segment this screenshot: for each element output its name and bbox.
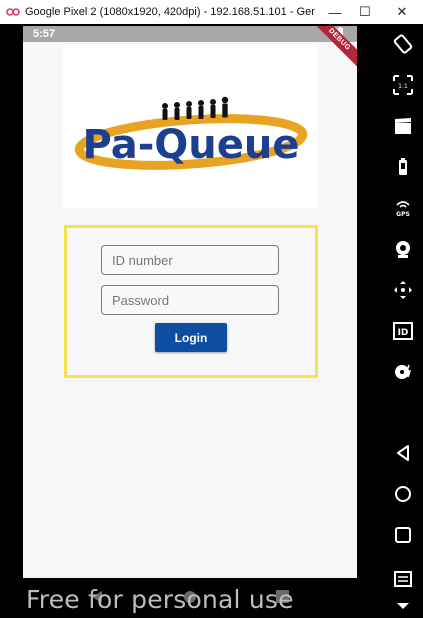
window-title: Google Pixel 2 (1080x1920, 420dpi) - 192… [25, 6, 315, 18]
camera-icon[interactable] [390, 236, 416, 262]
battery-icon[interactable] [390, 154, 416, 180]
back-icon[interactable] [390, 440, 416, 466]
home-icon[interactable] [390, 481, 416, 507]
move-icon[interactable] [390, 277, 416, 303]
login-form: ID number Password Login [64, 225, 318, 378]
id-icon[interactable]: ID [390, 318, 416, 344]
svg-text:GPS: GPS [396, 211, 410, 218]
app-logo: Pa-Queue [63, 44, 317, 208]
expand-down-icon[interactable] [390, 592, 416, 618]
pixel-perfect-icon[interactable]: 1:1 [390, 72, 416, 98]
emulator-toolbar: 1:1 GPS ID [382, 24, 423, 618]
minimize-button[interactable]: — [320, 0, 350, 24]
logo-wordmark: Pa-Queue [82, 122, 299, 168]
window-title-bar: Google Pixel 2 (1080x1920, 420dpi) - 192… [0, 0, 423, 25]
watermark-text: Free for personal use [26, 585, 294, 614]
status-time: 5:57 [33, 28, 56, 40]
status-bar: 5:57 [23, 26, 357, 42]
password-input[interactable]: Password [101, 285, 279, 315]
maximize-button[interactable]: ☐ [350, 0, 380, 24]
disk-icon[interactable] [390, 359, 416, 385]
recents-icon[interactable] [390, 522, 416, 548]
genymotion-logo-icon [5, 4, 21, 20]
rotate-icon[interactable] [390, 31, 416, 57]
capture-icon[interactable] [390, 113, 416, 139]
menu-icon[interactable] [390, 565, 416, 591]
login-button[interactable]: Login [155, 323, 227, 352]
id-number-input[interactable]: ID number [101, 245, 279, 275]
close-button[interactable]: ✕ [387, 0, 417, 24]
svg-text:ID: ID [398, 328, 409, 338]
gps-icon[interactable]: GPS [390, 195, 416, 221]
device-screen: 5:57 DEBUG Pa-Queue ID number Password L… [23, 26, 357, 578]
svg-text:1:1: 1:1 [398, 83, 408, 90]
